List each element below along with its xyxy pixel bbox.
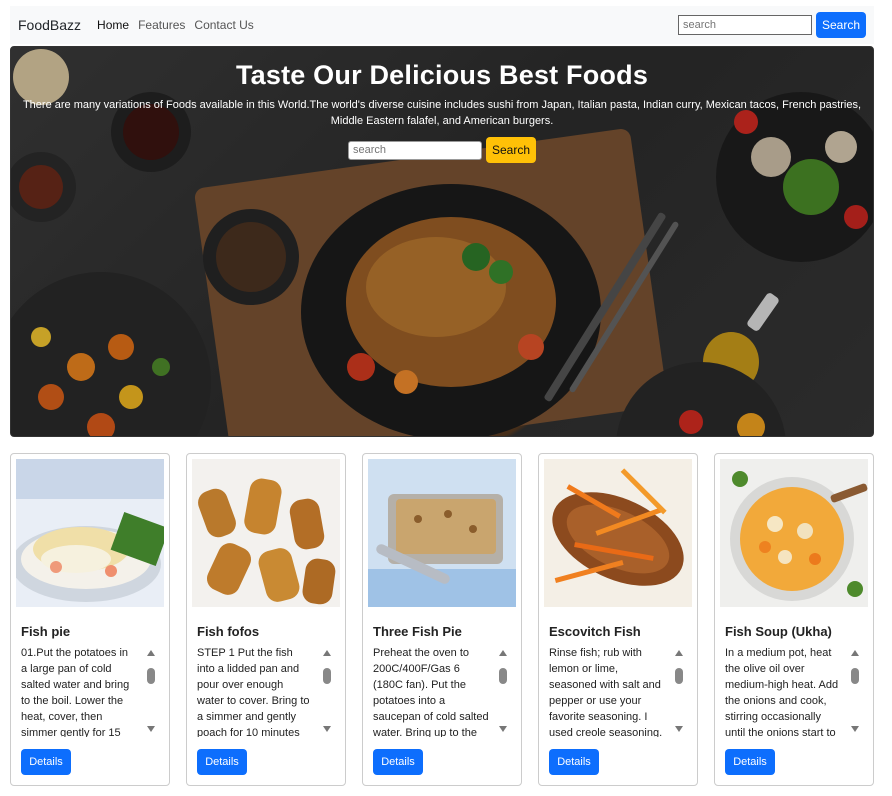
three-fish-pie-image: [368, 459, 516, 607]
hero-search-input[interactable]: [348, 140, 482, 160]
details-button[interactable]: Details: [549, 749, 599, 775]
hero-description: There are many variations of Foods avail…: [22, 99, 862, 127]
scroll-up-arrow-icon[interactable]: [147, 650, 155, 656]
escovitch-fish-image: [544, 459, 692, 607]
card-title: Fish Soup (Ukha): [725, 624, 832, 639]
scroll-down-arrow-icon[interactable]: [499, 726, 507, 732]
card-title: Escovitch Fish: [549, 624, 641, 639]
details-button[interactable]: Details: [197, 749, 247, 775]
scroll-up-arrow-icon[interactable]: [499, 650, 507, 656]
card-scrollbar[interactable]: [672, 648, 686, 734]
scroll-down-arrow-icon[interactable]: [675, 726, 683, 732]
hero-search-form: Search: [11, 137, 873, 163]
food-card-fish-fofos: Fish fofos STEP 1 Put the fish into a li…: [186, 453, 346, 786]
card-scrollbar[interactable]: [496, 648, 510, 734]
scroll-up-arrow-icon[interactable]: [851, 650, 859, 656]
scroll-down-arrow-icon[interactable]: [851, 726, 859, 732]
nav-search-input[interactable]: [678, 15, 812, 35]
card-text: 01.Put the potatoes in a large pan of co…: [21, 647, 130, 737]
card-scrollbar[interactable]: [144, 648, 158, 734]
nav-link-home[interactable]: Home: [97, 18, 129, 32]
hero-content: Taste Our Delicious Best Foods There are…: [11, 47, 873, 163]
card-text: STEP 1 Put the fish into a lidded pan an…: [197, 647, 310, 737]
fish-soup-image: [720, 459, 868, 607]
food-card-fish-pie: Fish pie 01.Put the potatoes in a large …: [10, 453, 170, 786]
hero-banner: Taste Our Delicious Best Foods There are…: [10, 46, 874, 437]
nav-search-button[interactable]: Search: [816, 12, 866, 38]
brand-logo[interactable]: FoodBazz: [18, 17, 81, 33]
nav-link-contact[interactable]: Contact Us: [194, 18, 253, 32]
card-title: Fish fofos: [197, 624, 260, 639]
scroll-thumb[interactable]: [675, 668, 683, 684]
details-button[interactable]: Details: [21, 749, 71, 775]
fish-fofos-image: [192, 459, 340, 607]
fish-pie-image: [16, 459, 164, 607]
card-title: Three Fish Pie: [373, 624, 462, 639]
hero-search-button[interactable]: Search: [486, 137, 536, 163]
nav-search-form: Search: [678, 12, 866, 38]
details-button[interactable]: Details: [373, 749, 423, 775]
food-card-escovitch-fish: Escovitch Fish Rinse fish; rub with lemo…: [538, 453, 698, 786]
card-title: Fish pie: [21, 624, 71, 639]
details-button[interactable]: Details: [725, 749, 775, 775]
card-text: Preheat the oven to 200C/400F/Gas 6 (180…: [373, 647, 489, 737]
food-card-three-fish-pie: Three Fish Pie Preheat the oven to 200C/…: [362, 453, 522, 786]
scroll-thumb[interactable]: [851, 668, 859, 684]
scroll-thumb[interactable]: [147, 668, 155, 684]
scroll-thumb[interactable]: [499, 668, 507, 684]
scroll-down-arrow-icon[interactable]: [323, 726, 331, 732]
scroll-down-arrow-icon[interactable]: [147, 726, 155, 732]
scroll-up-arrow-icon[interactable]: [323, 650, 331, 656]
nav-link-features[interactable]: Features: [138, 18, 185, 32]
card-text: Rinse fish; rub with lemon or lime, seas…: [549, 647, 663, 737]
hero-title: Taste Our Delicious Best Foods: [235, 60, 649, 90]
card-text: In a medium pot, heat the olive oil over…: [725, 647, 839, 737]
scroll-thumb[interactable]: [323, 668, 331, 684]
card-scrollbar[interactable]: [320, 648, 334, 734]
card-scrollbar[interactable]: [848, 648, 862, 734]
navbar: FoodBazz Home Features Contact Us Search: [10, 6, 874, 44]
food-card-fish-soup: Fish Soup (Ukha) In a medium pot, heat t…: [714, 453, 874, 786]
scroll-up-arrow-icon[interactable]: [675, 650, 683, 656]
